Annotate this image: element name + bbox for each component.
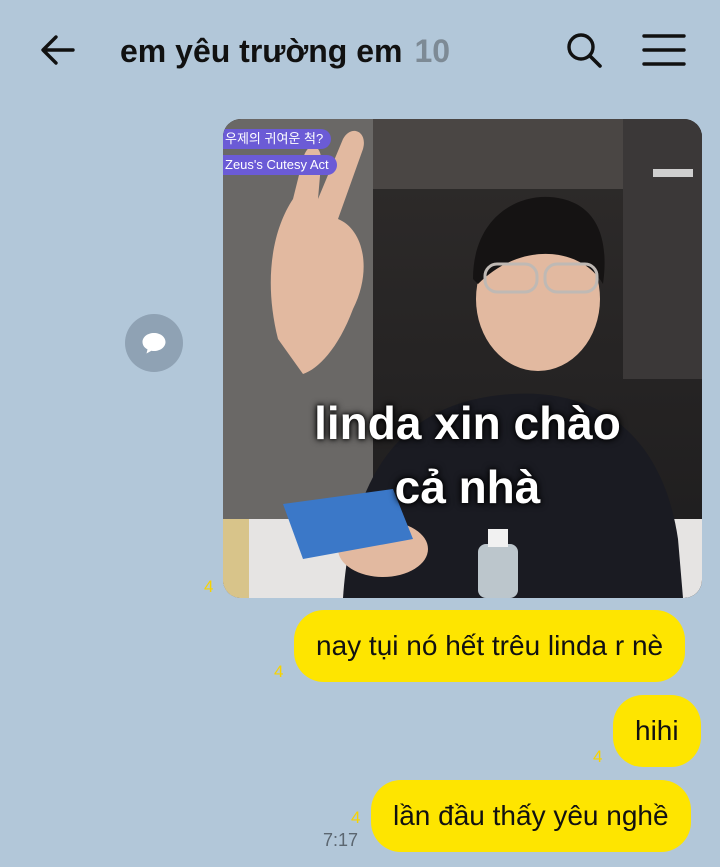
search-icon — [567, 33, 602, 68]
chat-header: em yêu trường em 10 — [0, 0, 720, 100]
image-caption-line1: linda xin chào — [314, 397, 621, 449]
overlay-badge-en: Zeus's Cutesy Act — [223, 155, 337, 175]
share-button[interactable] — [125, 314, 183, 372]
member-count: 10 — [414, 32, 451, 69]
overlay-badge-kr: 우제의 귀여운 척? — [223, 129, 332, 149]
back-button[interactable] — [38, 30, 78, 70]
unread-count: 4 — [351, 808, 361, 827]
hamburger-menu-icon — [642, 34, 686, 66]
unread-count: 4 — [204, 577, 214, 596]
image-caption: linda xin chào cả nhà — [223, 391, 702, 519]
arrow-left-icon — [41, 35, 75, 65]
photo-content — [223, 119, 702, 598]
message-bubble[interactable]: lần đầu thấy yêu nghề — [371, 780, 691, 852]
menu-button[interactable] — [642, 32, 686, 68]
message-bubble[interactable]: hihi — [613, 695, 701, 767]
message-bubble[interactable]: nay tụi nó hết trêu linda r nè — [294, 610, 686, 682]
image-caption-line2: cả nhà — [394, 461, 541, 513]
speech-bubble-icon — [142, 333, 166, 354]
search-button[interactable] — [564, 30, 604, 70]
image-message[interactable]: 우제의 귀여운 척? Zeus's Cutesy Act linda xin c… — [223, 119, 702, 598]
unread-count: 4 — [274, 662, 284, 681]
chat-title: em yêu trường em 10 — [120, 30, 450, 72]
unread-count: 4 — [593, 747, 603, 766]
message-time: 7:17 — [323, 830, 359, 850]
chat-name: em yêu trường em — [120, 32, 403, 69]
